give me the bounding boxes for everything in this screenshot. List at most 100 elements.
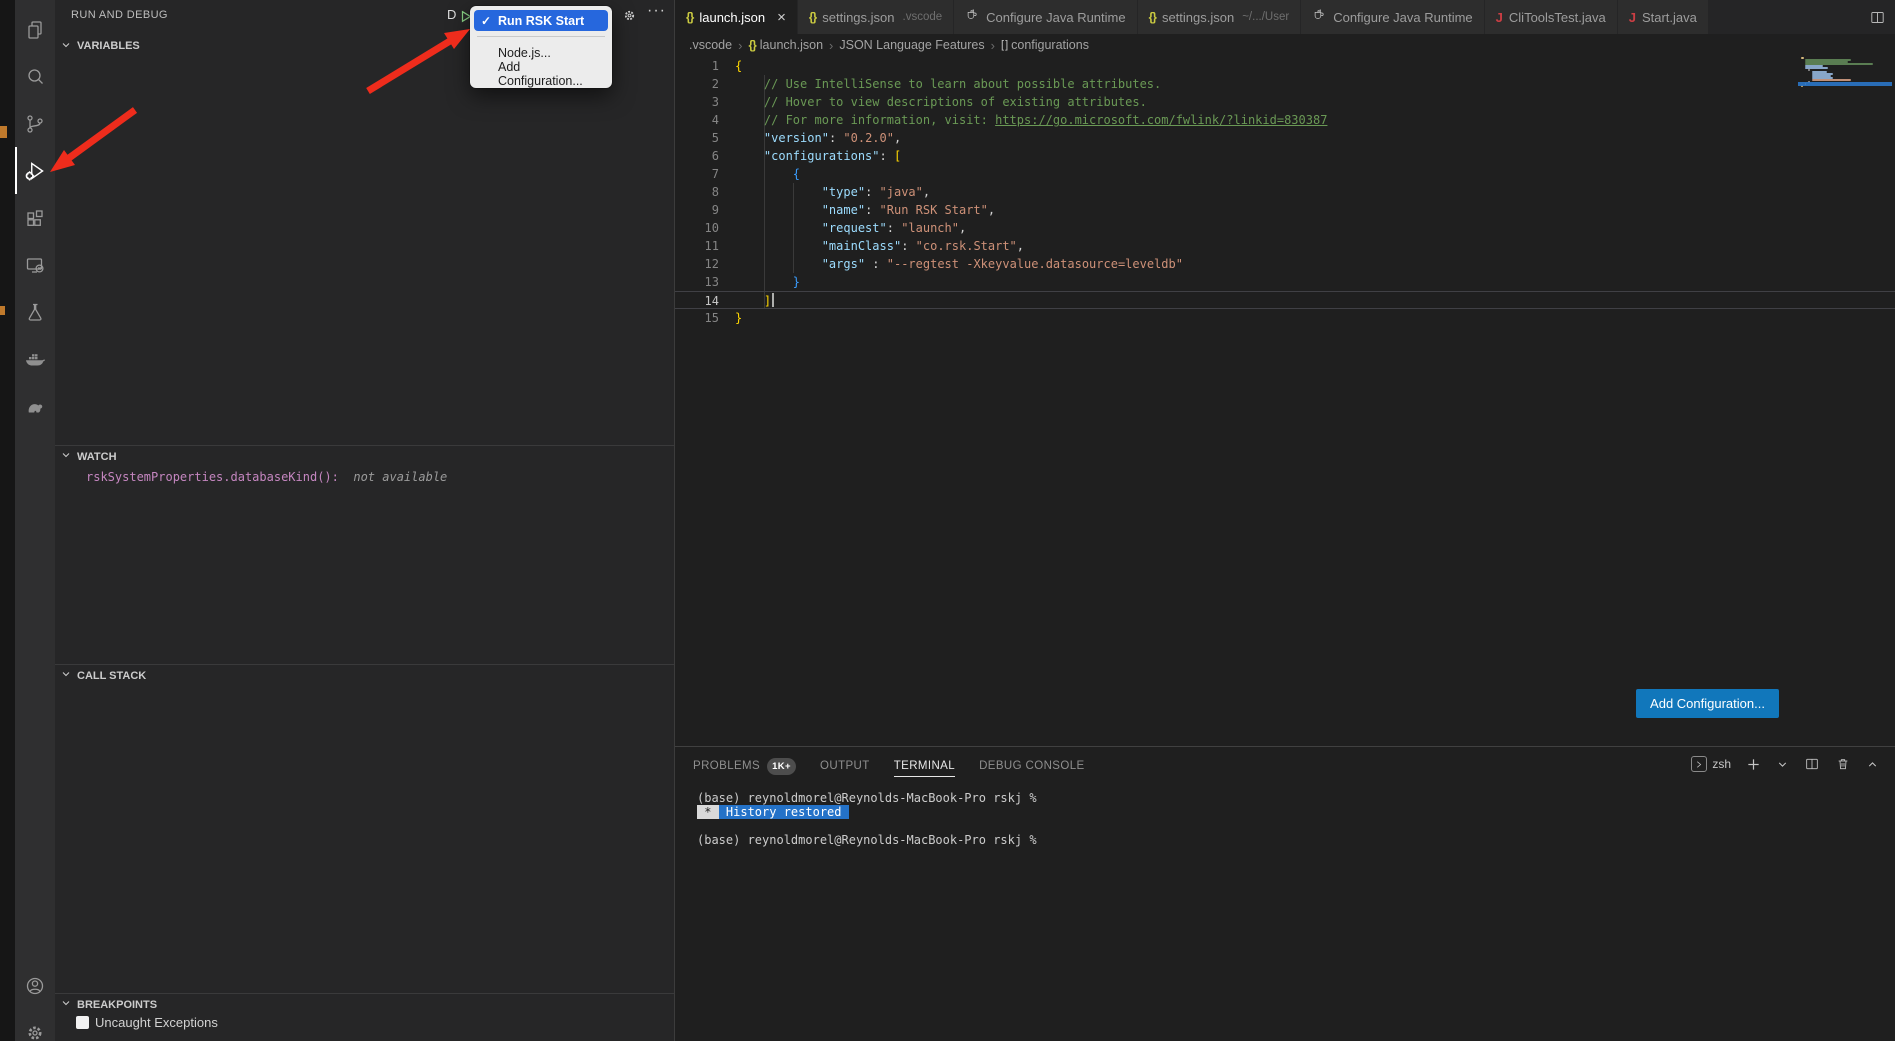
- code-line-13[interactable]: 13 }: [675, 273, 1895, 291]
- line-content: "configurations": [: [719, 147, 901, 165]
- tab-start-java[interactable]: JStart.java: [1618, 0, 1709, 34]
- explorer-icon[interactable]: [15, 6, 55, 53]
- section-watch[interactable]: WATCH: [55, 445, 674, 467]
- source-control-icon[interactable]: [15, 100, 55, 147]
- breadcrumb-item-launch-json[interactable]: {} launch.json: [748, 38, 823, 52]
- java-file-icon: J: [1629, 10, 1636, 25]
- launch-profile-chevron-icon[interactable]: [1776, 758, 1789, 771]
- code-line-15[interactable]: 15}: [675, 309, 1895, 327]
- sidebar-title: RUN AND DEBUG: [71, 9, 168, 21]
- panel-tab-output[interactable]: OUTPUT: [820, 760, 870, 772]
- tab-bar-filler: [1709, 0, 1859, 34]
- code-line-7[interactable]: 7 {: [675, 165, 1895, 183]
- tab-configure-java-runtime[interactable]: Configure Java Runtime: [1301, 0, 1484, 34]
- json-file-icon: {}: [686, 10, 693, 24]
- breadcrumb[interactable]: .vscode›{}launch.json›JSON Language Feat…: [675, 34, 1895, 56]
- code-line-11[interactable]: 11 "mainClass": "co.rsk.Start",: [675, 237, 1895, 255]
- panel-tab-debug-console[interactable]: DEBUG CONSOLE: [979, 760, 1085, 772]
- array-symbol-icon: [ ]: [1001, 39, 1007, 51]
- code-line-4[interactable]: 4 // For more information, visit: https:…: [675, 111, 1895, 129]
- panel-tab-label: DEBUG CONSOLE: [979, 760, 1085, 772]
- new-terminal-icon[interactable]: [1746, 757, 1761, 772]
- split-terminal-icon[interactable]: [1804, 756, 1820, 772]
- background-window-strip: [0, 0, 15, 1041]
- code-line-10[interactable]: 10 "request": "launch",: [675, 219, 1895, 237]
- panel-tab-terminal[interactable]: TERMINAL: [894, 760, 955, 777]
- panel-tab-problems[interactable]: PROBLEMS1K+: [693, 758, 796, 775]
- gradle-icon[interactable]: [15, 382, 55, 429]
- terminal-prompt-icon: [1691, 756, 1707, 772]
- code-editor[interactable]: 1{2 // Use IntelliSense to learn about p…: [675, 56, 1895, 746]
- java-file-icon: J: [1496, 10, 1503, 25]
- tab-settings-json[interactable]: {}settings.json.vscode: [798, 0, 954, 34]
- line-content: "type": "java",: [719, 183, 930, 201]
- breadcrumb-label: launch.json: [760, 38, 823, 52]
- tab-launch-json[interactable]: {} launch.json ×: [675, 0, 798, 34]
- section-breakpoints[interactable]: BREAKPOINTS: [55, 993, 674, 1015]
- editor-group: {}launch.json×{}settings.json.vscodeConf…: [675, 0, 1895, 1041]
- terminal-line: [697, 819, 1895, 833]
- config-dropdown-truncated[interactable]: D: [447, 7, 456, 22]
- tab-clitoolstest-java[interactable]: JCliToolsTest.java: [1485, 0, 1618, 34]
- menu-item-run-rsk-start[interactable]: ✓Run RSK Start: [474, 10, 608, 31]
- code-line-9[interactable]: 9 "name": "Run RSK Start",: [675, 201, 1895, 219]
- run-and-debug-sidebar: RUN AND DEBUG ··· VARIABLES WATCH rskSys…: [55, 0, 675, 1041]
- breadcrumb-item-configurations[interactable]: [ ]configurations: [1001, 38, 1089, 52]
- settings-gear-icon[interactable]: [15, 1009, 55, 1041]
- extensions-icon[interactable]: [15, 194, 55, 241]
- tab-label: settings.json: [822, 10, 894, 25]
- code-line-5[interactable]: 5 "version": "0.2.0",: [675, 129, 1895, 147]
- line-content: // Hover to view descriptions of existin…: [719, 93, 1147, 111]
- watch-value: not available: [346, 470, 447, 484]
- split-editor-icon[interactable]: [1859, 0, 1895, 34]
- code-line-3[interactable]: 3 // Hover to view descriptions of exist…: [675, 93, 1895, 111]
- checkbox[interactable]: [76, 1016, 89, 1029]
- run-and-debug-icon[interactable]: [15, 147, 55, 194]
- background-accent-mark: [0, 126, 7, 138]
- breakpoint-uncaught-exceptions[interactable]: Uncaught Exceptions: [76, 1015, 218, 1030]
- search-icon[interactable]: [15, 53, 55, 100]
- tab-label: Configure Java Runtime: [986, 10, 1125, 25]
- json-file-icon: {}: [748, 38, 755, 52]
- breadcrumb-item--vscode[interactable]: .vscode: [689, 38, 732, 52]
- line-number: 4: [675, 111, 719, 129]
- kill-terminal-trash-icon[interactable]: [1835, 756, 1851, 772]
- tab-configure-java-runtime[interactable]: Configure Java Runtime: [954, 0, 1137, 34]
- testing-flask-icon[interactable]: [15, 288, 55, 335]
- minimap-line: [1801, 57, 1804, 59]
- docker-icon[interactable]: [15, 335, 55, 382]
- code-line-12[interactable]: 12 "args" : "--regtest -Xkeyvalue.dataso…: [675, 255, 1895, 273]
- add-configuration-button[interactable]: Add Configuration...: [1636, 689, 1779, 718]
- minimap[interactable]: [1800, 57, 1890, 87]
- launch-settings-gear-icon[interactable]: [621, 7, 638, 29]
- menu-item-add-configuration-[interactable]: Add Configuration...: [474, 63, 608, 84]
- code-line-2[interactable]: 2 // Use IntelliSense to learn about pos…: [675, 75, 1895, 93]
- terminal-output[interactable]: (base) reynoldmorel@Reynolds-MacBook-Pro…: [675, 785, 1895, 847]
- tab-settings-json[interactable]: {}settings.json~/.../User: [1138, 0, 1302, 34]
- maximize-panel-chevron-icon[interactable]: [1866, 758, 1879, 771]
- remote-explorer-icon[interactable]: [15, 241, 55, 288]
- breakpoint-label: Uncaught Exceptions: [95, 1015, 218, 1030]
- watch-expression-row[interactable]: rskSystemProperties.databaseKind(): not …: [86, 470, 447, 484]
- terminal-shell-selector[interactable]: zsh: [1691, 756, 1731, 772]
- line-content: "version": "0.2.0",: [719, 129, 901, 147]
- tab-label: launch.json: [699, 10, 765, 25]
- close-icon[interactable]: ×: [777, 9, 786, 26]
- line-number: 8: [675, 183, 719, 201]
- accounts-icon[interactable]: [15, 962, 55, 1009]
- breadcrumb-separator: ›: [738, 38, 742, 53]
- line-number: 1: [675, 57, 719, 75]
- line-number: 12: [675, 255, 719, 273]
- code-line-6[interactable]: 6 "configurations": [: [675, 147, 1895, 165]
- more-actions-icon[interactable]: ···: [647, 2, 666, 20]
- java-runtime-icon: [965, 8, 980, 26]
- line-number: 7: [675, 165, 719, 183]
- section-call-stack[interactable]: CALL STACK: [55, 664, 674, 686]
- menu-separator: [477, 36, 605, 37]
- code-line-1[interactable]: 1{: [675, 57, 1895, 75]
- code-line-14[interactable]: 14 ]: [675, 291, 1895, 309]
- breadcrumb-item-json-language-features[interactable]: JSON Language Features: [839, 38, 984, 52]
- chevron-down-icon: [60, 997, 72, 1012]
- editor-tab-bar: {} launch.json × {}settings.json.vscode Conf…: [675, 0, 1895, 34]
- code-line-8[interactable]: 8 "type": "java",: [675, 183, 1895, 201]
